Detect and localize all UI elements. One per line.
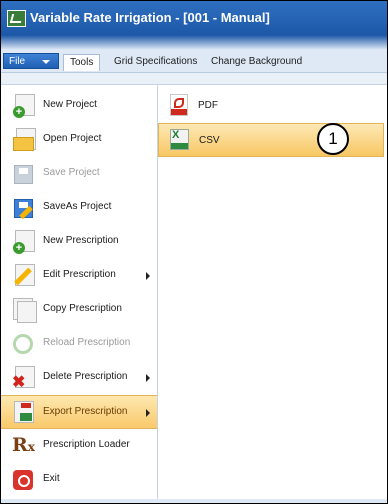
menu-item-copy-prescription[interactable]: Copy Prescription: [1, 293, 157, 327]
chevron-down-icon: [42, 60, 50, 64]
menu-item-save-project: Save Project: [1, 157, 157, 191]
export-submenu: PDF X CSV: [158, 85, 387, 499]
app-icon: [7, 10, 26, 27]
reload-icon: [11, 332, 35, 356]
export-option-label: CSV: [199, 135, 220, 146]
menu-item-reload-prescription: Reload Prescription: [1, 327, 157, 361]
menu-item-label: New Project: [43, 99, 97, 110]
export-option-pdf[interactable]: PDF: [158, 89, 384, 123]
menu-item-label: Edit Prescription: [43, 269, 116, 280]
csv-icon: X: [170, 129, 189, 150]
rx-icon: Rx: [12, 434, 35, 456]
submenu-arrow-icon: [146, 409, 150, 417]
submenu-arrow-icon: [146, 272, 150, 280]
export-icon: [11, 401, 35, 425]
menu-item-label: Reload Prescription: [43, 337, 131, 348]
ribbon-band: [1, 73, 387, 85]
window-title: Variable Rate Irrigation - [001 - Manual…: [30, 10, 270, 25]
delete-icon: ✖: [11, 366, 35, 391]
new-prescription-icon: +: [11, 230, 35, 254]
menu-item-saveas-project[interactable]: SaveAs Project: [1, 191, 157, 225]
menu-item-label: Open Project: [43, 133, 102, 144]
menu-item-exit[interactable]: Exit: [1, 463, 157, 497]
file-tab-label: File: [9, 56, 26, 67]
menu-item-prescription-loader[interactable]: Rx Prescription Loader: [1, 429, 157, 463]
ribbon-header-strip: [1, 35, 387, 50]
export-option-label: PDF: [198, 100, 218, 111]
tab-grid-specifications[interactable]: Grid Specifications: [114, 54, 197, 70]
menu-item-export-prescription[interactable]: Export Prescription: [1, 395, 157, 429]
tab-tools[interactable]: Tools: [63, 54, 101, 71]
ribbon-tabs: File Tools Grid Specifications Change Ba…: [1, 50, 387, 73]
menu-item-label: Prescription Loader: [43, 439, 130, 450]
folder-icon: [11, 128, 36, 152]
menu-item-label: Exit: [43, 473, 60, 484]
copy-icon: [11, 298, 37, 323]
new-project-icon: +: [11, 94, 35, 118]
menu-item-open-project[interactable]: Open Project: [1, 123, 157, 157]
menu-item-label: New Prescription: [43, 235, 119, 246]
file-menu: + New Project Open Project Save Project …: [1, 85, 158, 499]
save-as-icon: [11, 196, 35, 220]
menu-item-new-project[interactable]: + New Project: [1, 89, 157, 123]
save-icon: [11, 162, 35, 186]
menu-item-label: Save Project: [43, 167, 100, 178]
menu-item-label: Delete Prescription: [43, 371, 128, 382]
menu-item-label: Export Prescription: [43, 406, 128, 417]
menu-item-label: SaveAs Project: [43, 201, 112, 212]
menu-item-new-prescription[interactable]: + New Prescription: [1, 225, 157, 259]
pdf-icon: [170, 94, 188, 116]
application-window: Variable Rate Irrigation - [001 - Manual…: [0, 0, 388, 504]
edit-icon: [11, 264, 35, 288]
menu-item-edit-prescription[interactable]: Edit Prescription: [1, 259, 157, 293]
title-bar: Variable Rate Irrigation - [001 - Manual…: [1, 1, 387, 35]
tab-change-background[interactable]: Change Background: [211, 54, 302, 70]
submenu-arrow-icon: [146, 374, 150, 382]
menu-item-delete-prescription[interactable]: ✖ Delete Prescription: [1, 361, 157, 395]
power-icon: [11, 468, 35, 492]
menu-item-label: Copy Prescription: [43, 303, 122, 314]
step-callout: 1: [317, 123, 349, 155]
export-option-csv[interactable]: X CSV: [158, 123, 384, 157]
file-tab[interactable]: File: [3, 53, 59, 69]
